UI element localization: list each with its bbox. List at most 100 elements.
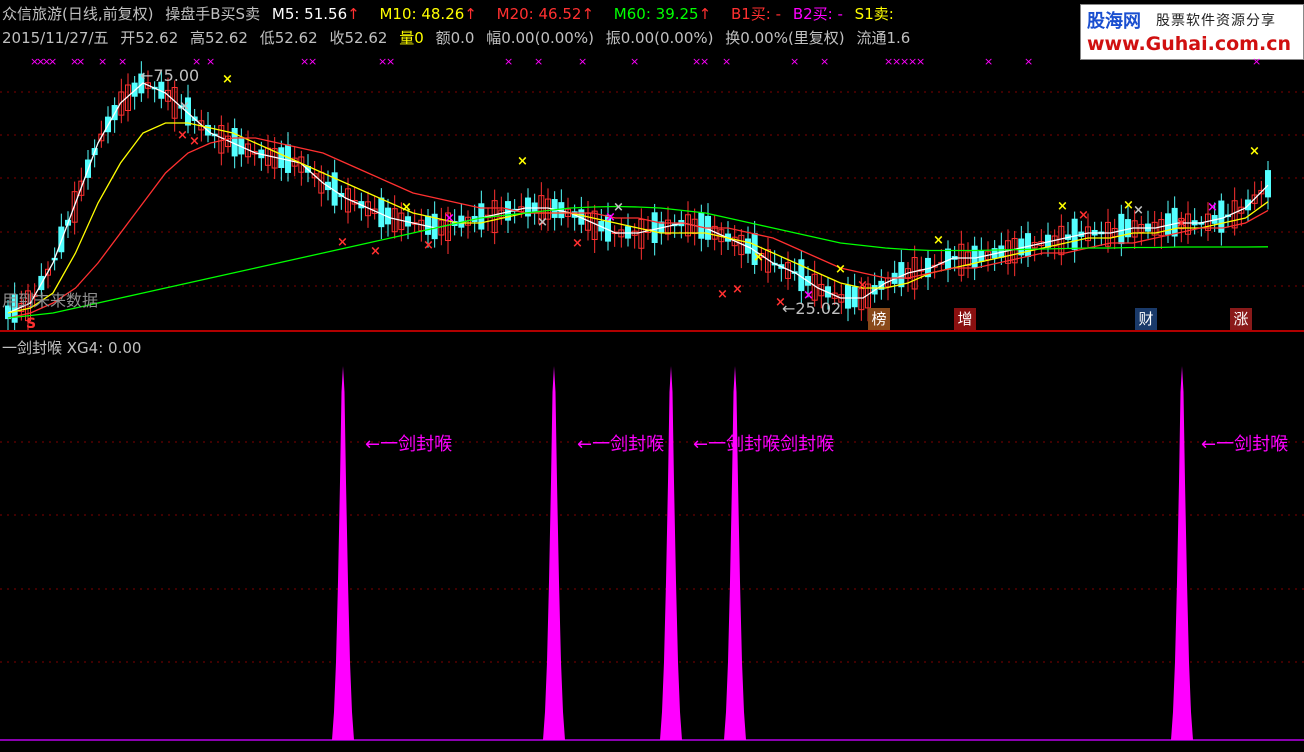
signal-x-marker: ×: [1078, 208, 1089, 223]
signal-x-marker: ×: [179, 99, 190, 114]
signal-marker: ×: [308, 56, 317, 68]
signal-marker: ×: [1252, 56, 1261, 68]
indicator-spike: [660, 366, 682, 740]
quote-low: 低52.62: [259, 29, 318, 47]
header-ma5: M5: 51.56↑: [271, 5, 360, 23]
logo-slogan: 股票软件资源分享: [1156, 13, 1276, 29]
low-price-label: ←25.02: [782, 299, 841, 318]
indicator-chart[interactable]: ←一剑封喉 ←一剑封喉 ←一剑封喉剑封喉 ←一剑封喉: [0, 332, 1304, 752]
indicator-spikes: [332, 366, 1193, 740]
signal-x-marker: ×: [370, 244, 381, 259]
signal-x-marker: ×: [537, 215, 548, 230]
signal-x-marker: ×: [189, 134, 200, 149]
candle-body: [278, 147, 285, 169]
signal-x-marker: ×: [605, 210, 616, 225]
signal-marker: ×: [76, 56, 85, 68]
quote-range: 幅0.00(0.00%): [486, 29, 594, 47]
candle-body: [651, 212, 658, 243]
signal-x-marker: ×: [1207, 200, 1218, 215]
quote-high: 高52.62: [190, 29, 248, 47]
candle-body: [1071, 218, 1078, 250]
quote-open: 开52.62: [120, 29, 179, 47]
quote-volume: 量0: [399, 29, 424, 47]
indicator-spike: [1171, 366, 1193, 740]
quote-turnover: 换0.00%(里复权): [725, 29, 845, 47]
signal-marker: ×: [1024, 56, 1033, 68]
event-badge-rank[interactable]: 榜: [868, 308, 890, 330]
signal-x-marker: ×: [1057, 199, 1068, 214]
high-price-label: ←75.00: [140, 66, 199, 85]
header-ma60: M60: 39.25↑: [613, 5, 712, 23]
indicator-spike: [724, 366, 746, 740]
signal-marker: ×: [98, 56, 107, 68]
header-row-indicators: 众信旅游(日线,前复权) 操盘手B买S卖 M5: 51.56↑ M10: 48.…: [2, 4, 901, 24]
spike-label-1: ←一剑封喉: [365, 434, 452, 455]
signal-x-marker: ×: [857, 278, 868, 293]
signal-x-marker: ×: [444, 211, 455, 226]
signal-x-markers: ×× ××× ××××××××× ××× ××××××× ×××××: [177, 72, 1260, 310]
signal-marker: ×: [534, 56, 543, 68]
signal-x-marker: ×: [1249, 144, 1260, 159]
signal-marker: ×: [504, 56, 513, 68]
signal-x-marker: ×: [717, 287, 728, 302]
candle-body: [1265, 170, 1271, 198]
candle-body: [1025, 233, 1031, 258]
logo-url: www.Guhai.com.cn: [1087, 33, 1291, 55]
guhai-logo: 股海网 股票软件资源分享 www.Guhai.com.cn: [1080, 4, 1304, 60]
header-row-quote: 2015/11/27/五 开52.62 高52.62 低52.62 收52.62…: [2, 28, 917, 48]
quote-amplitude: 振0.00(0.00%): [605, 29, 714, 47]
signal-x-marker: ×: [835, 262, 846, 277]
signal-x-marker: ×: [337, 235, 348, 250]
signal-marker: ×: [722, 56, 731, 68]
spike-label-5: ←一剑封喉: [1201, 434, 1288, 455]
signal-marker: ×: [700, 56, 709, 68]
chart-header: 众信旅游(日线,前复权) 操盘手B买S卖 M5: 51.56↑ M10: 48.…: [0, 0, 1304, 60]
signal-x-marker: ×: [572, 236, 583, 251]
event-badge-finance[interactable]: 财: [1135, 308, 1157, 330]
signal-marker: ×: [916, 56, 925, 68]
signal-x-marker: ×: [753, 250, 764, 265]
header-b2: B2买: -: [792, 5, 843, 23]
signal-x-marker: ×: [933, 233, 944, 248]
signal-marker: ×: [386, 56, 395, 68]
header-title: 众信旅游(日线,前复权): [2, 5, 154, 23]
signal-x-marker: ×: [401, 200, 412, 215]
signal-x-marker: ×: [177, 128, 188, 143]
header-formula-name: 操盘手B买S卖: [165, 5, 261, 23]
quote-date: 2015/11/27/五: [2, 29, 109, 47]
quote-close: 收52.62: [329, 29, 388, 47]
candlesticks: [5, 61, 1271, 330]
signal-marker: ×: [820, 56, 829, 68]
candle-body: [698, 212, 705, 239]
sell-marker: S: [26, 316, 36, 330]
quote-amount: 额0.0: [435, 29, 475, 47]
indicator-spike: [543, 366, 565, 740]
signal-marker: ×: [578, 56, 587, 68]
candle-body: [845, 284, 851, 309]
future-data-warning: 用到未来数据: [2, 291, 98, 310]
header-b1: B1买: -: [730, 5, 782, 23]
up-arrow-icon: ↑: [464, 5, 477, 23]
price-chart[interactable]: ×××× ×× × × × × ×× ×× × × × × ×× × × × ××××× × × × ×× ××× ×××…: [0, 56, 1304, 330]
signal-x-marker: ×: [1133, 203, 1144, 218]
candle-body: [1118, 213, 1125, 245]
quote-float: 流通1.6: [856, 29, 911, 47]
header-ma10: M10: 48.26↑: [379, 5, 477, 23]
up-arrow-icon: ↑: [698, 5, 712, 23]
spike-label-3: ←一剑封喉剑封喉: [693, 434, 834, 455]
signal-marker: ×: [984, 56, 993, 68]
event-badge-increase[interactable]: 增: [954, 308, 976, 330]
candle-body: [971, 245, 978, 268]
signal-marker: ×: [206, 56, 215, 68]
event-badge-rise[interactable]: 涨: [1230, 308, 1252, 330]
signal-x-marker: ×: [517, 154, 528, 169]
signal-marker: ×: [118, 56, 127, 68]
indicator-spike: [332, 366, 354, 740]
ma-line-m60: [7, 205, 1269, 319]
signal-x-marker: ×: [1176, 216, 1187, 231]
header-s1: S1卖:: [854, 5, 894, 23]
up-arrow-icon: ↑: [581, 5, 595, 23]
signal-x-marker: ×: [423, 238, 434, 253]
signal-marker: ×: [48, 56, 57, 68]
spike-label-2: ←一剑封喉: [577, 434, 664, 455]
